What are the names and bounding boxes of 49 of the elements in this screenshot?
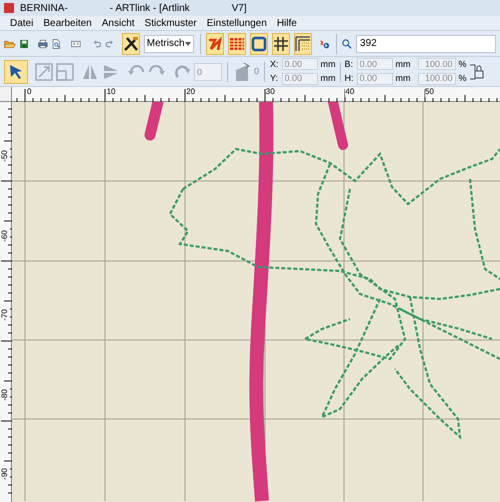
menu-item[interactable]: Ansicht — [102, 16, 135, 30]
menu-item[interactable]: Stickmuster — [144, 16, 197, 30]
unit-label: mm — [396, 72, 411, 85]
ruler-label: -70 — [0, 307, 10, 324]
ruler-label: 10 — [106, 87, 116, 97]
unit-label: mm — [320, 72, 336, 85]
ruler-label: -80 — [0, 386, 10, 403]
ruler-label: -90 — [0, 466, 10, 482]
hoop-icon — [251, 36, 268, 52]
ruler-label: 50 — [425, 87, 434, 97]
ruler-label: 30 — [266, 87, 275, 97]
unit-label: mm — [320, 58, 336, 70]
arrow-pointer-icon — [8, 64, 24, 80]
ruler-label: 0 — [27, 87, 32, 97]
unit-label: % — [458, 72, 467, 85]
window-title: BERNINA- — [20, 2, 68, 16]
select-tool-button[interactable] — [4, 60, 28, 84]
fill-view-button[interactable] — [228, 32, 246, 54]
field-label: Y: — [270, 72, 279, 85]
ruler-label: -50 — [0, 148, 10, 164]
fill-pattern-icon — [229, 36, 246, 50]
offset-value: 0 — [254, 64, 260, 78]
tools-button[interactable] — [122, 32, 140, 54]
menu-item[interactable]: Datei — [10, 16, 34, 30]
ruler-grid-button[interactable] — [294, 32, 312, 54]
ruler-grid-icon — [295, 36, 312, 52]
grid-icon — [273, 36, 290, 52]
menu-item[interactable]: Hilfe — [276, 16, 297, 30]
stitch-view-button[interactable] — [206, 32, 224, 54]
ruler-label: -60 — [0, 228, 10, 244]
unit-label: % — [458, 58, 467, 70]
menu-item[interactable]: Bearbeiten — [43, 16, 92, 30]
menu-item[interactable]: Einstellungen — [206, 16, 267, 30]
ruler-label: 40 — [345, 87, 354, 97]
field-label: H: — [344, 72, 354, 85]
field-label: B: — [344, 58, 354, 70]
app-icon — [4, 3, 14, 13]
field-label: X: — [270, 58, 279, 70]
window-title: V7] — [232, 2, 247, 16]
zoom-field[interactable]: 392 — [356, 34, 496, 52]
unit-label: mm — [396, 58, 411, 70]
caret-icon — [184, 42, 191, 46]
hoop-button[interactable] — [250, 32, 268, 54]
units-dropdown[interactable]: Metrisch — [144, 34, 194, 52]
zigzag-icon — [207, 36, 224, 52]
grid-button[interactable] — [272, 32, 290, 54]
ruler-label: 20 — [186, 87, 196, 97]
window-title: - ARTlink - [Artlink — [110, 2, 190, 16]
slant-icon[interactable] — [233, 62, 251, 82]
